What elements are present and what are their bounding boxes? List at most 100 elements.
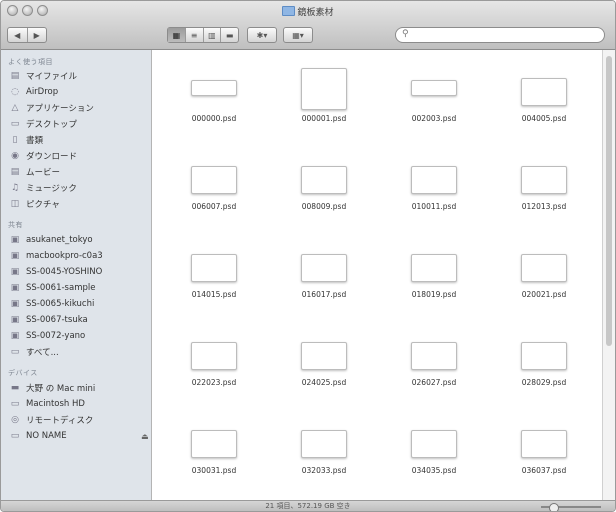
sidebar-item-device[interactable]: ◎ リモートディスク (9, 413, 93, 427)
file-item[interactable]: 028029.psd (494, 322, 594, 408)
file-item[interactable]: 010011.psd (384, 146, 484, 232)
psd-thumbnail-icon (191, 80, 237, 96)
remote-disc-icon: ◎ (11, 415, 19, 425)
psd-thumbnail-icon (411, 80, 457, 96)
icon-size-slider[interactable] (541, 503, 601, 511)
file-name: 002003.psd (411, 114, 457, 123)
file-item[interactable]: 032033.psd (274, 410, 374, 496)
file-name: 022023.psd (191, 378, 237, 387)
title-bar: 鏡板素材 ◀ ▶ ▦ ≡ ▥ ▬ ✱▾ ▦▾ ⚲ (1, 1, 615, 50)
sidebar-item-shared[interactable]: ▣ SS-0072-yano (9, 329, 86, 343)
forward-button[interactable]: ▶ (28, 28, 47, 42)
sidebar-item-device[interactable]: ▭ Macintosh HD (9, 397, 85, 411)
file-item[interactable]: 004005.psd (494, 58, 594, 144)
network-computer-icon: ▣ (10, 315, 20, 325)
slider-knob[interactable] (549, 503, 559, 511)
network-computer-icon: ▣ (10, 299, 20, 309)
documents-icon: ▯ (12, 135, 18, 145)
sidebar-item-applications[interactable]: △ アプリケーション (9, 101, 94, 115)
file-item[interactable]: 006007.psd (164, 146, 264, 232)
psd-thumbnail-icon (191, 342, 237, 370)
sidebar-item-label: ミュージック (26, 184, 77, 194)
sidebar-section-shared: 共有 (8, 221, 23, 229)
sidebar-item-airdrop[interactable]: ◌ AirDrop (9, 85, 58, 99)
vertical-scrollbar[interactable] (602, 50, 615, 500)
file-item[interactable]: 000000.psd (164, 58, 264, 144)
sidebar-item-shared[interactable]: ▣ SS-0065-kikuchi (9, 297, 95, 311)
sidebar-item-label: すべて... (26, 348, 59, 358)
sidebar-item-all-shared[interactable]: ▭ すべて... (9, 345, 59, 359)
psd-thumbnail-icon (521, 166, 567, 194)
sidebar-item-label: ダウンロード (26, 152, 78, 162)
file-item[interactable]: 016017.psd (274, 234, 374, 320)
file-item[interactable]: 026027.psd (384, 322, 484, 408)
psd-thumbnail-icon (411, 254, 457, 282)
sidebar-item-downloads[interactable]: ◉ ダウンロード (9, 149, 77, 163)
arrange-menu-button[interactable]: ▦▾ (283, 27, 313, 43)
file-name: 024025.psd (301, 378, 347, 387)
file-item[interactable]: 018019.psd (384, 234, 484, 320)
sidebar-item-label: macbookpro-c0a3 (26, 251, 103, 261)
sidebar-item-label: ムービー (26, 168, 61, 178)
sidebar-item-desktop[interactable]: ▭ デスクトップ (9, 117, 77, 131)
file-icon-grid: 000000.psd 000001.psd 002003.psd 004005.psd… (152, 50, 602, 500)
sidebar-item-label: リモートディスク (26, 416, 94, 426)
file-item[interactable]: 014015.psd (164, 234, 264, 320)
sidebar-item-movies[interactable]: ▤ ムービー (9, 165, 60, 179)
psd-thumbnail-icon (301, 342, 347, 370)
sidebar-item-all-files[interactable]: ▤ マイファイル (9, 69, 77, 83)
sidebar-item-music[interactable]: ♫ ミュージック (9, 181, 77, 195)
file-item[interactable]: 000001.psd (274, 58, 374, 144)
sidebar-item-shared[interactable]: ▣ SS-0067-tsuka (9, 313, 88, 327)
sidebar-item-shared[interactable]: ▣ SS-0045-YOSHINO (9, 265, 103, 279)
coverflow-view-button[interactable]: ▬ (221, 28, 238, 42)
search-field[interactable]: ⚲ (395, 27, 605, 43)
file-name: 006007.psd (191, 202, 237, 211)
sidebar-item-device[interactable]: ▬ 大野 の Mac mini (9, 381, 95, 395)
airdrop-icon: ◌ (11, 87, 19, 97)
file-item[interactable]: 036037.psd (494, 410, 594, 496)
eject-icon[interactable]: ⏏ (141, 432, 149, 441)
pictures-icon: ◫ (10, 199, 20, 209)
file-name: 034035.psd (411, 466, 457, 475)
sidebar-item-label: SS-0067-tsuka (26, 315, 88, 325)
sidebar-item-label: デスクトップ (26, 120, 78, 130)
sidebar-item-shared[interactable]: ▣ macbookpro-c0a3 (9, 249, 103, 263)
file-name: 000000.psd (191, 114, 237, 123)
file-item[interactable]: 034035.psd (384, 410, 484, 496)
view-mode-control: ▦ ≡ ▥ ▬ (167, 27, 239, 43)
back-button[interactable]: ◀ (8, 28, 28, 42)
file-name: 012013.psd (521, 202, 567, 211)
file-name: 030031.psd (191, 466, 237, 475)
file-name: 014015.psd (191, 290, 237, 299)
sidebar-item-pictures[interactable]: ◫ ピクチャ (9, 197, 60, 211)
file-item[interactable]: 030031.psd (164, 410, 264, 496)
scrollbar-thumb[interactable] (606, 56, 612, 346)
file-item[interactable]: 012013.psd (494, 146, 594, 232)
file-item[interactable]: 022023.psd (164, 322, 264, 408)
list-view-button[interactable]: ≡ (186, 28, 204, 42)
file-item[interactable]: 008009.psd (274, 146, 374, 232)
column-view-button[interactable]: ▥ (204, 28, 222, 42)
psd-thumbnail-icon (301, 254, 347, 282)
file-item[interactable]: 020021.psd (494, 234, 594, 320)
sidebar-item-documents[interactable]: ▯ 書類 (9, 133, 44, 147)
movies-icon: ▤ (10, 167, 20, 177)
sidebar-item-shared[interactable]: ▣ asukanet_tokyo (9, 233, 93, 247)
psd-thumbnail-icon (191, 254, 237, 282)
psd-thumbnail-icon (521, 430, 567, 458)
sidebar-item-device[interactable]: ▭ NO NAME ⏏ (9, 429, 149, 443)
desktop-icon: ▭ (10, 119, 20, 129)
sidebar-item-shared[interactable]: ▣ SS-0061-sample (9, 281, 96, 295)
icon-view-button[interactable]: ▦ (168, 28, 186, 42)
file-name: 028029.psd (521, 378, 567, 387)
file-item[interactable]: 024025.psd (274, 322, 374, 408)
psd-thumbnail-icon (411, 342, 457, 370)
sidebar-item-label: 書類 (26, 136, 44, 146)
network-computer-icon: ▣ (10, 283, 20, 293)
network-computer-icon: ▣ (10, 267, 20, 277)
mac-mini-icon: ▬ (10, 383, 20, 393)
action-menu-button[interactable]: ✱▾ (247, 27, 277, 43)
file-item[interactable]: 002003.psd (384, 58, 484, 144)
file-name: 008009.psd (301, 202, 347, 211)
